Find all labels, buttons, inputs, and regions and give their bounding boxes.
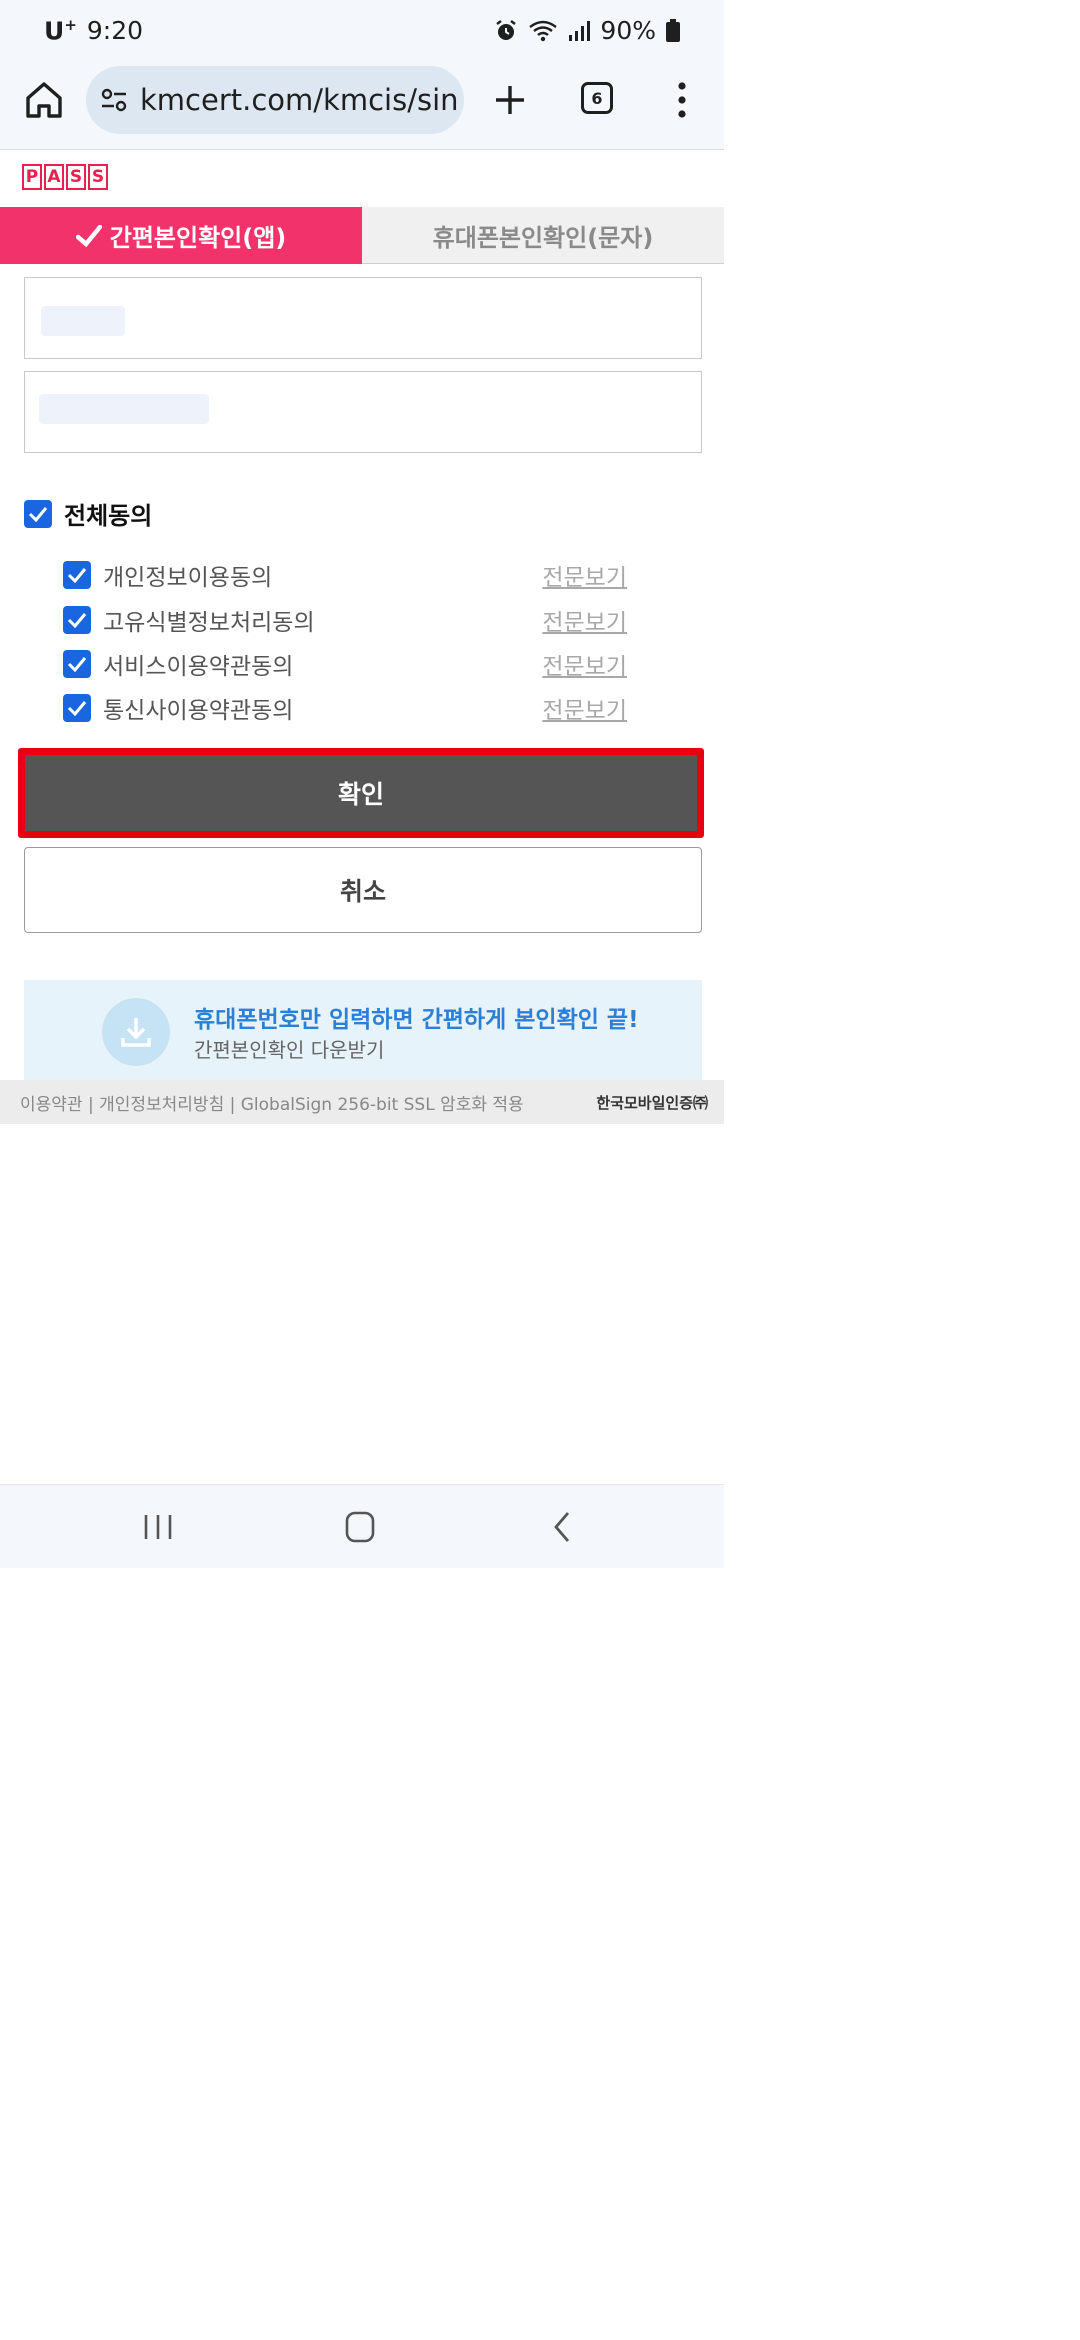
footer-brand: 한국모바일인증㈜ <box>596 1093 708 1112</box>
plus-icon[interactable] <box>490 78 530 122</box>
logo-letter: A <box>44 164 64 190</box>
browser-toolbar: kmcert.com/kmcis/sin 6 <box>0 64 724 150</box>
clock: 9:20 <box>86 16 144 46</box>
term-row-carrier[interactable]: 통신사이용약관동의 전문보기 <box>63 692 643 724</box>
logo-letter: S <box>88 164 108 190</box>
agree-all-row[interactable]: 전체동의 <box>24 496 152 531</box>
confirm-button[interactable]: 확인 <box>18 748 704 838</box>
status-left: U+ 9:20 <box>44 16 143 45</box>
url-text: kmcert.com/kmcis/sin <box>140 83 459 117</box>
status-right: 90% <box>494 16 680 45</box>
wifi-icon <box>529 20 558 41</box>
system-nav-bar <box>0 1484 724 1568</box>
checkmark-icon <box>67 657 87 672</box>
carrier-label: U+ <box>44 16 77 46</box>
logo-letter: S <box>66 164 86 190</box>
recents-icon[interactable] <box>138 1511 178 1543</box>
alarm-icon <box>496 19 517 40</box>
agree-all-label: 전체동의 <box>64 502 153 530</box>
phone-input[interactable] <box>24 371 702 453</box>
home-nav-icon[interactable] <box>340 1511 380 1543</box>
tab-sms-label: 휴대폰본인확인(문자) <box>432 224 654 252</box>
confirm-button-label: 확인 <box>25 755 697 831</box>
agree-all-checkbox[interactable] <box>24 499 52 528</box>
term-view-link[interactable]: 전문보기 <box>542 603 627 637</box>
footer-links[interactable]: 이용약관 | 개인정보처리방침 | GlobalSign 256-bit SSL… <box>20 1090 524 1115</box>
term-label: 고유식별정보처리동의 <box>103 610 315 636</box>
checkmark-icon <box>28 506 48 522</box>
verification-tabs: 간편본인확인(앱) 휴대폰본인확인(문자) <box>0 207 724 264</box>
tab-app-label: 간편본인확인(앱) <box>109 224 287 252</box>
logo-letter: P <box>22 164 42 190</box>
term-checkbox[interactable] <box>63 561 91 589</box>
banner-title: 휴대폰번호만 입력하면 간편하게 본인확인 끝! <box>194 1007 639 1033</box>
term-label: 통신사이용약관동의 <box>103 698 294 724</box>
checkmark-icon <box>67 613 87 628</box>
banner-subtitle: 간편본인확인 다운받기 <box>194 1038 385 1062</box>
footer: 이용약관 | 개인정보처리방침 | GlobalSign 256-bit SSL… <box>0 1080 724 1124</box>
term-view-link[interactable]: 전문보기 <box>542 558 627 592</box>
home-icon[interactable] <box>22 78 66 122</box>
cancel-button[interactable]: 취소 <box>24 847 702 933</box>
term-checkbox[interactable] <box>63 606 91 634</box>
term-view-link[interactable]: 전문보기 <box>542 691 627 725</box>
back-icon[interactable] <box>544 1511 584 1543</box>
more-vert-icon[interactable] <box>670 78 694 122</box>
address-bar[interactable]: kmcert.com/kmcis/sin <box>86 66 464 134</box>
site-settings-icon[interactable] <box>100 86 128 114</box>
check-icon <box>75 224 102 247</box>
term-row-service[interactable]: 서비스이용약관동의 전문보기 <box>63 648 643 680</box>
battery-percent: 90% <box>600 16 656 45</box>
tab-app-verification[interactable]: 간편본인확인(앱) <box>0 207 362 264</box>
pass-logo: P A S S <box>22 164 108 190</box>
signal-icon <box>569 20 591 41</box>
checkmark-icon <box>67 568 87 583</box>
name-input[interactable] <box>24 277 702 359</box>
term-label: 개인정보이용동의 <box>103 565 273 591</box>
term-row-unique-id[interactable]: 고유식별정보처리동의 전문보기 <box>63 604 643 636</box>
term-checkbox[interactable] <box>63 650 91 678</box>
term-label: 서비스이용약관동의 <box>103 654 294 680</box>
tab-sms-verification[interactable]: 휴대폰본인확인(문자) <box>362 207 724 264</box>
status-bar: U+ 9:20 90% <box>0 0 724 64</box>
battery-icon <box>666 18 680 42</box>
tab-count: 6 <box>591 88 603 108</box>
blurred-value <box>41 306 125 336</box>
checkmark-icon <box>67 701 87 716</box>
term-row-privacy[interactable]: 개인정보이용동의 전문보기 <box>63 559 643 591</box>
download-icon <box>102 998 170 1066</box>
term-checkbox[interactable] <box>63 694 91 722</box>
term-view-link[interactable]: 전문보기 <box>542 647 627 681</box>
blurred-value <box>39 394 209 424</box>
tab-switcher-button[interactable]: 6 <box>581 82 613 114</box>
app-download-banner[interactable]: 휴대폰번호만 입력하면 간편하게 본인확인 끝! 간편본인확인 다운받기 <box>24 980 702 1080</box>
